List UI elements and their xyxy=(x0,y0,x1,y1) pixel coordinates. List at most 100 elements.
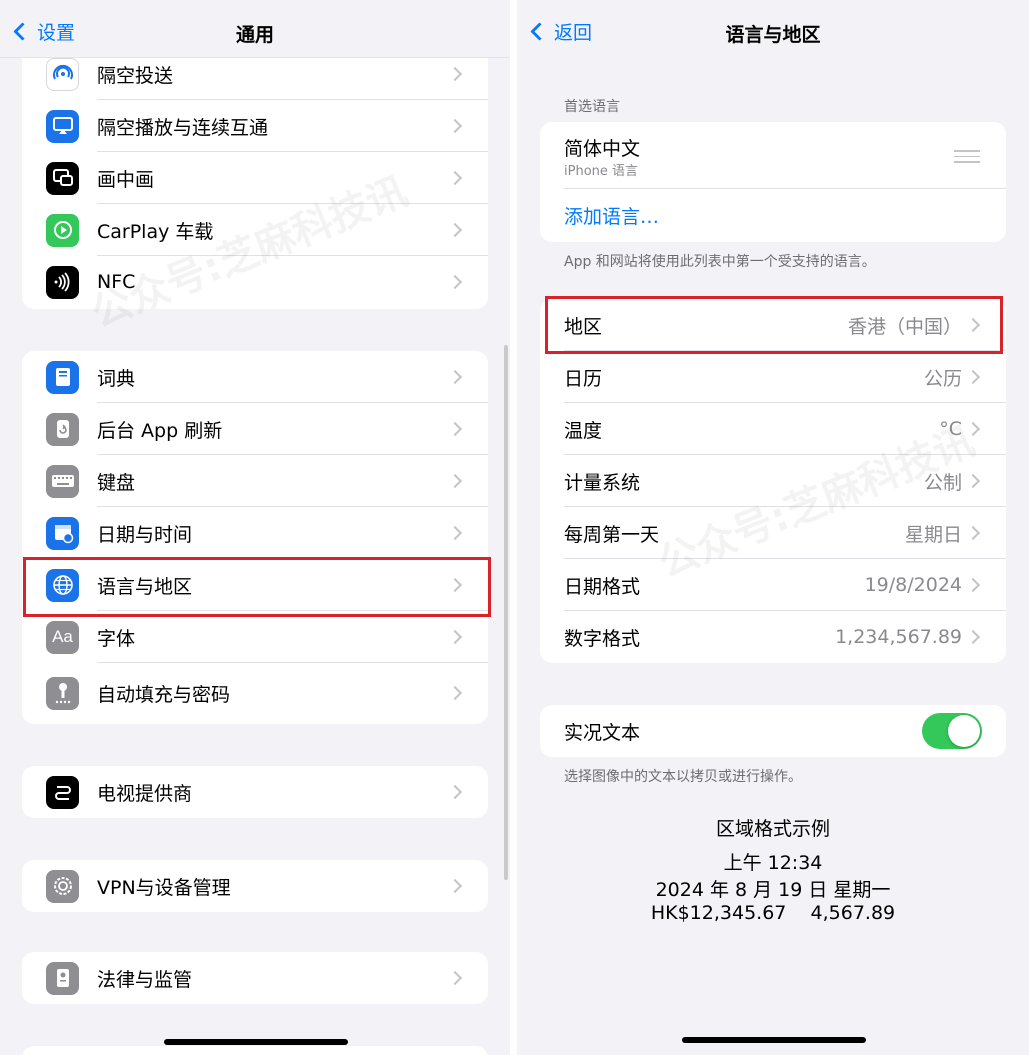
setting-value: 1,234,567.89 xyxy=(835,626,962,648)
chevron-right-icon xyxy=(447,577,463,593)
tv-provider-icon xyxy=(46,775,79,809)
chevron-right-icon xyxy=(447,222,463,238)
setting-label: 日期格式 xyxy=(564,575,641,598)
chevron-right-icon xyxy=(447,525,463,541)
chevron-right-icon xyxy=(447,473,463,489)
list-item-nfc[interactable]: NFC xyxy=(22,256,488,308)
chevron-right-icon xyxy=(447,878,463,894)
chevron-right-icon xyxy=(965,369,981,385)
region-sample-title: 区域格式示例 xyxy=(715,818,830,840)
live-text-card: 实况文本 xyxy=(540,705,1006,757)
home-indicator[interactable] xyxy=(164,1039,348,1045)
list-item-autofill-passwords[interactable]: 自动填充与密码 xyxy=(22,663,488,723)
setting-value: 19/8/2024 xyxy=(864,574,962,596)
live-text-footnote: 选择图像中的文本以拷贝或进行操作。 xyxy=(564,769,802,785)
list-item-airplay[interactable]: 隔空播放与连续互通 xyxy=(22,100,488,152)
setting-row-temperature[interactable]: 温度 °C xyxy=(540,403,1006,455)
setting-row-number-format[interactable]: 数字格式 1,234,567.89 xyxy=(540,611,1006,663)
region-sample-date: 2024 年 8 月 19 日 星期一 xyxy=(655,879,891,901)
setting-row-measurement[interactable]: 计量系统 公制 xyxy=(540,455,1006,507)
list-item-dictionary[interactable]: 词典 xyxy=(22,351,488,403)
list-item-label: CarPlay 车载 xyxy=(97,220,214,243)
calendar-clock-icon xyxy=(46,516,79,550)
list-item-vpn[interactable]: VPN与设备管理 xyxy=(22,860,488,912)
settings-group-legal: 法律与监管 xyxy=(22,952,488,1004)
carplay-icon xyxy=(46,213,79,247)
settings-group-tv: 电视提供商 xyxy=(22,766,488,818)
chevron-right-icon xyxy=(965,473,981,489)
chevron-right-icon xyxy=(965,421,981,437)
chevron-right-icon xyxy=(965,577,981,593)
setting-row-region[interactable]: 地区 香港（中国） xyxy=(540,299,1006,351)
list-item-keyboard[interactable]: 键盘 xyxy=(22,455,488,507)
airplay-icon xyxy=(46,109,79,143)
list-item-background-refresh[interactable]: 后台 App 刷新 xyxy=(22,403,488,455)
chevron-right-icon xyxy=(447,970,463,986)
setting-value: 公历 xyxy=(923,367,962,390)
live-text-toggle[interactable] xyxy=(922,713,982,749)
chevron-right-icon xyxy=(447,170,463,186)
list-item-label: 键盘 xyxy=(97,471,136,494)
add-language-button[interactable]: 添加语言… xyxy=(540,189,1006,242)
list-item-label: 后台 App 刷新 xyxy=(97,419,223,442)
chevron-right-icon xyxy=(447,66,463,82)
setting-label: 地区 xyxy=(564,315,603,338)
settings-group-partial xyxy=(22,1046,488,1055)
list-item-label: 字体 xyxy=(97,627,136,650)
list-item-label: 日期与时间 xyxy=(97,523,193,546)
font-icon: Aa xyxy=(46,620,79,654)
add-language-label: 添加语言… xyxy=(564,206,660,228)
reorder-handle-icon[interactable] xyxy=(954,150,980,163)
settings-group-vpn: VPN与设备管理 xyxy=(22,860,488,912)
setting-label: 实况文本 xyxy=(564,721,641,744)
page-title: 通用 xyxy=(235,24,274,46)
setting-label: 数字格式 xyxy=(564,627,641,650)
toggle-knob xyxy=(948,715,980,747)
key-icon xyxy=(46,676,79,710)
list-item-label: VPN与设备管理 xyxy=(97,876,231,899)
dictionary-icon xyxy=(46,360,79,394)
list-item-legal[interactable]: 法律与监管 xyxy=(22,952,488,1004)
list-item-label: 语言与地区 xyxy=(97,575,193,598)
list-item-label: 隔空播放与连续互通 xyxy=(97,116,269,139)
list-item-date-time[interactable]: 日期与时间 xyxy=(22,507,488,559)
list-item-label: 画中画 xyxy=(97,168,155,191)
list-item-label: 法律与监管 xyxy=(97,968,193,991)
setting-value: 公制 xyxy=(923,471,962,494)
list-item-pip[interactable]: 画中画 xyxy=(22,152,488,204)
chevron-right-icon xyxy=(447,784,463,800)
legal-icon xyxy=(46,961,79,995)
list-item-tv-provider[interactable]: 电视提供商 xyxy=(22,766,488,818)
setting-row-calendar[interactable]: 日历 公历 xyxy=(540,351,1006,403)
chevron-right-icon xyxy=(965,317,981,333)
home-indicator[interactable] xyxy=(682,1037,866,1043)
setting-row-date-format[interactable]: 日期格式 19/8/2024 xyxy=(540,559,1006,611)
setting-label: 计量系统 xyxy=(564,471,641,494)
chevron-right-icon xyxy=(447,629,463,645)
languages-footnote: App 和网站将使用此列表中第一个受支持的语言。 xyxy=(564,254,876,270)
preferred-languages-card: 简体中文 iPhone 语言 添加语言… xyxy=(540,122,1006,242)
list-item-label: 电视提供商 xyxy=(97,782,193,805)
nav-bar: 设置 通用 xyxy=(0,0,510,58)
chevron-right-icon xyxy=(965,525,981,541)
list-item-label: 词典 xyxy=(97,367,136,390)
list-item-language-region[interactable]: 语言与地区 xyxy=(22,559,488,611)
globe-icon xyxy=(46,568,79,602)
settings-group-sharing: 隔空投送 隔空播放与连续互通 画中画 CarPlay 车载 NFC xyxy=(22,30,488,309)
scrollbar[interactable] xyxy=(504,345,508,880)
chevron-right-icon xyxy=(447,118,463,134)
language-row[interactable]: 简体中文 iPhone 语言 xyxy=(540,122,1006,189)
list-item-carplay[interactable]: CarPlay 车载 xyxy=(22,204,488,256)
setting-value: 星期日 xyxy=(904,523,962,546)
region-settings-card: 地区 香港（中国） 日历 公历 温度 °C 计量系统 公制 每周第一天 星期日 xyxy=(540,299,1006,663)
list-item-fonts[interactable]: Aa 字体 xyxy=(22,611,488,663)
chevron-right-icon xyxy=(447,421,463,437)
background-refresh-icon xyxy=(46,412,79,446)
language-region-pane: 返回 语言与地区 首选语言 简体中文 iPhone 语言 添加语言… App 和… xyxy=(517,0,1029,1055)
language-subtitle: iPhone 语言 xyxy=(564,164,639,179)
settings-group-system: 词典 后台 App 刷新 键盘 日期与时间 语言与地区 Aa 字体 自动填充与密… xyxy=(22,351,488,724)
keyboard-icon xyxy=(46,464,79,498)
setting-row-first-weekday[interactable]: 每周第一天 星期日 xyxy=(540,507,1006,559)
region-sample-numbers: HK$12,345.67 4,567.89 xyxy=(650,902,896,924)
language-name: 简体中文 xyxy=(564,138,641,160)
